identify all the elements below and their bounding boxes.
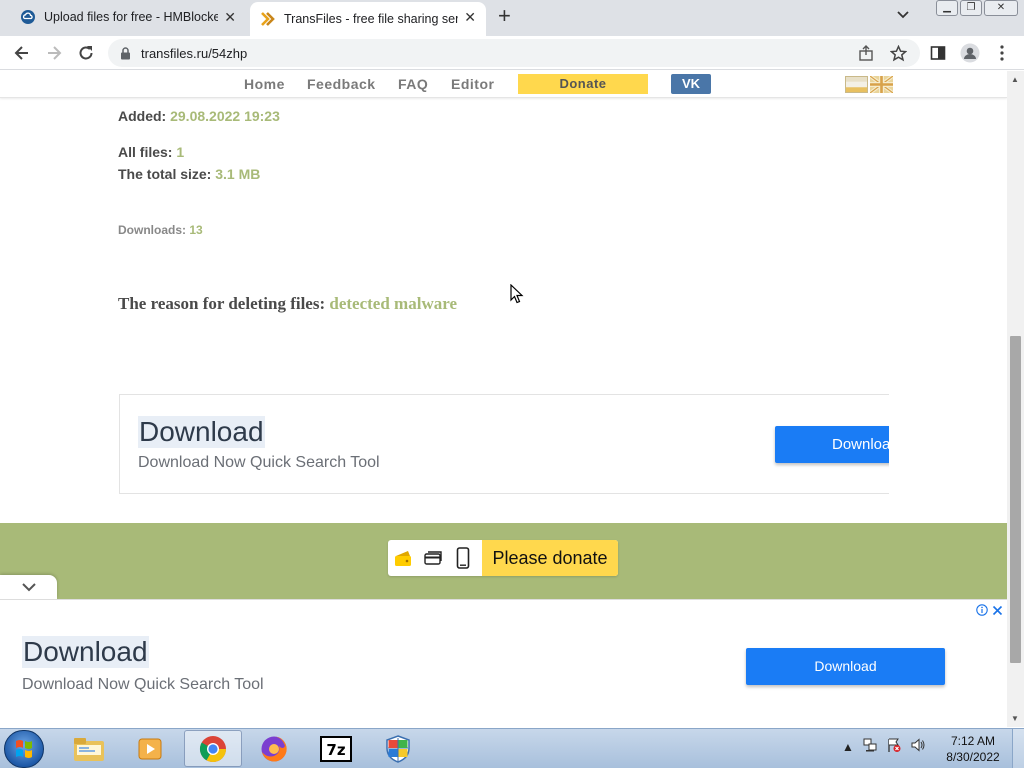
menu-kebab-icon[interactable] [992, 43, 1012, 63]
side-panel-icon[interactable] [928, 43, 948, 63]
windows-logo-icon [16, 740, 32, 758]
nav-donate-button[interactable]: Donate [518, 74, 648, 94]
tab-title: Upload files for free - HMBlocker [44, 10, 218, 24]
added-row: Added: 29.08.2022 19:23 [118, 108, 280, 124]
collapse-ad-button[interactable] [0, 575, 57, 599]
mouse-cursor-icon [510, 283, 524, 309]
bookmark-star-icon[interactable] [888, 43, 908, 63]
show-desktop-button[interactable] [1012, 729, 1024, 768]
address-bar[interactable]: transfiles.ru/54zhp [108, 39, 920, 67]
system-tray: ▲ [842, 737, 926, 756]
scroll-down-icon[interactable]: ▼ [1011, 714, 1019, 723]
ad-title[interactable]: Download [22, 636, 149, 668]
forward-arrow-icon[interactable] [44, 43, 64, 63]
explorer-icon[interactable] [60, 730, 118, 767]
clock-date: 8/30/2022 [946, 750, 1000, 764]
volume-icon[interactable] [910, 737, 926, 756]
svg-text:7z: 7z [326, 741, 345, 759]
hmb-cloud-icon [20, 9, 36, 25]
network-icon[interactable] [862, 737, 878, 756]
ad-subtitle: Download Now Quick Search Tool [22, 676, 264, 693]
site-navbar: Home Feedback FAQ Editor Donate VK [0, 71, 1007, 98]
nav-home[interactable]: Home [244, 76, 285, 92]
tab-hmblocker[interactable]: Upload files for free - HMBlocker ✕ [10, 2, 246, 32]
all-files-value: 1 [176, 144, 185, 160]
downloads-row: Downloads: 13 [118, 223, 203, 237]
share-icon[interactable] [856, 43, 876, 63]
page-content: Home Feedback FAQ Editor Donate VK Added… [0, 71, 1007, 727]
lock-icon[interactable] [120, 46, 131, 60]
firefox-icon[interactable] [245, 730, 303, 767]
tab-title: TransFiles - free file sharing servi [284, 12, 458, 26]
tab-strip: Upload files for free - HMBlocker ✕ Tran… [0, 0, 1024, 36]
bank-card-icon[interactable] [418, 540, 448, 576]
mobile-phone-icon[interactable] [448, 540, 478, 576]
donate-bar[interactable]: Please donate [388, 540, 618, 576]
yandex-wallet-icon[interactable] [388, 540, 418, 576]
window-controls: ▁ ❐ ✕ [936, 0, 1018, 16]
inline-ad[interactable]: Download Download Now Quick Search Tool … [119, 394, 889, 494]
reason-value: detected malware [329, 294, 457, 313]
url-text: transfiles.ru/54zhp [141, 45, 248, 61]
russian-flag-icon[interactable] [845, 76, 868, 93]
all-files-label: All files: [118, 144, 173, 160]
downloads-label: Downloads: [118, 223, 186, 237]
ad-download-button[interactable]: Downloa [775, 426, 889, 463]
all-files-row: All files: 1 [118, 144, 184, 160]
scroll-thumb[interactable] [1010, 336, 1021, 663]
uk-flag-icon[interactable] [868, 74, 895, 95]
chevron-down-icon [21, 583, 36, 592]
donate-band: Please donate [0, 523, 1007, 599]
ad-info-icon[interactable] [976, 604, 988, 616]
start-button[interactable] [4, 730, 44, 768]
clock-time: 7:12 AM [950, 734, 996, 748]
security-shield-icon[interactable] [369, 730, 427, 767]
windows-taskbar: 7z ▲ 7:12 AM 8/30/2022 [0, 728, 1024, 768]
tab-search-chevron-icon[interactable] [896, 8, 910, 27]
tray-expand-icon[interactable]: ▲ [842, 740, 854, 754]
chrome-icon[interactable] [184, 730, 242, 767]
ad-subtitle: Download Now Quick Search Tool [138, 454, 380, 471]
total-size-row: The total size: 3.1 MB [118, 166, 260, 182]
restore-icon[interactable]: ❐ [960, 0, 982, 16]
downloads-value: 13 [189, 223, 203, 237]
bottom-sticky-ad[interactable]: Download Download Now Quick Search Tool … [0, 599, 1007, 727]
total-size-value: 3.1 MB [215, 166, 261, 182]
nav-vk-button[interactable]: VK [671, 74, 711, 94]
added-label: Added: [118, 108, 167, 124]
minimize-icon[interactable]: ▁ [936, 0, 958, 16]
browser-toolbar: transfiles.ru/54zhp [0, 36, 1024, 70]
new-tab-button[interactable]: + [498, 5, 511, 27]
ad-title[interactable]: Download [138, 416, 265, 448]
taskbar-clock[interactable]: 7:12 AM 8/30/2022 [938, 733, 1008, 765]
tab-close-icon[interactable]: ✕ [224, 9, 236, 26]
nav-editor[interactable]: Editor [451, 76, 494, 92]
ad-download-button[interactable]: Download [746, 648, 945, 685]
reload-icon[interactable] [76, 43, 96, 63]
flag-alert-icon[interactable] [886, 737, 902, 756]
window-close-icon[interactable]: ✕ [984, 0, 1018, 16]
total-size-label: The total size: [118, 166, 212, 182]
vertical-scrollbar[interactable]: ▲ ▼ [1007, 71, 1024, 727]
deletion-reason: The reason for deleting files: detected … [118, 294, 457, 314]
ad-choices[interactable] [976, 604, 1003, 616]
nav-feedback[interactable]: Feedback [307, 76, 376, 92]
reason-label: The reason for deleting files: [118, 294, 326, 313]
nav-faq[interactable]: FAQ [398, 76, 428, 92]
7zip-icon[interactable]: 7z [307, 730, 365, 767]
tab-transfiles[interactable]: TransFiles - free file sharing servi ✕ [250, 2, 486, 36]
profile-avatar-icon[interactable] [960, 43, 980, 63]
media-player-icon[interactable] [121, 730, 179, 767]
ad-close-icon[interactable] [992, 605, 1003, 616]
back-arrow-icon[interactable] [12, 43, 32, 63]
added-value: 29.08.2022 19:23 [170, 108, 280, 124]
transfiles-chevron-icon [260, 11, 276, 27]
tab-close-icon[interactable]: ✕ [464, 9, 476, 26]
please-donate-button[interactable]: Please donate [482, 540, 618, 576]
scroll-up-icon[interactable]: ▲ [1011, 75, 1019, 84]
